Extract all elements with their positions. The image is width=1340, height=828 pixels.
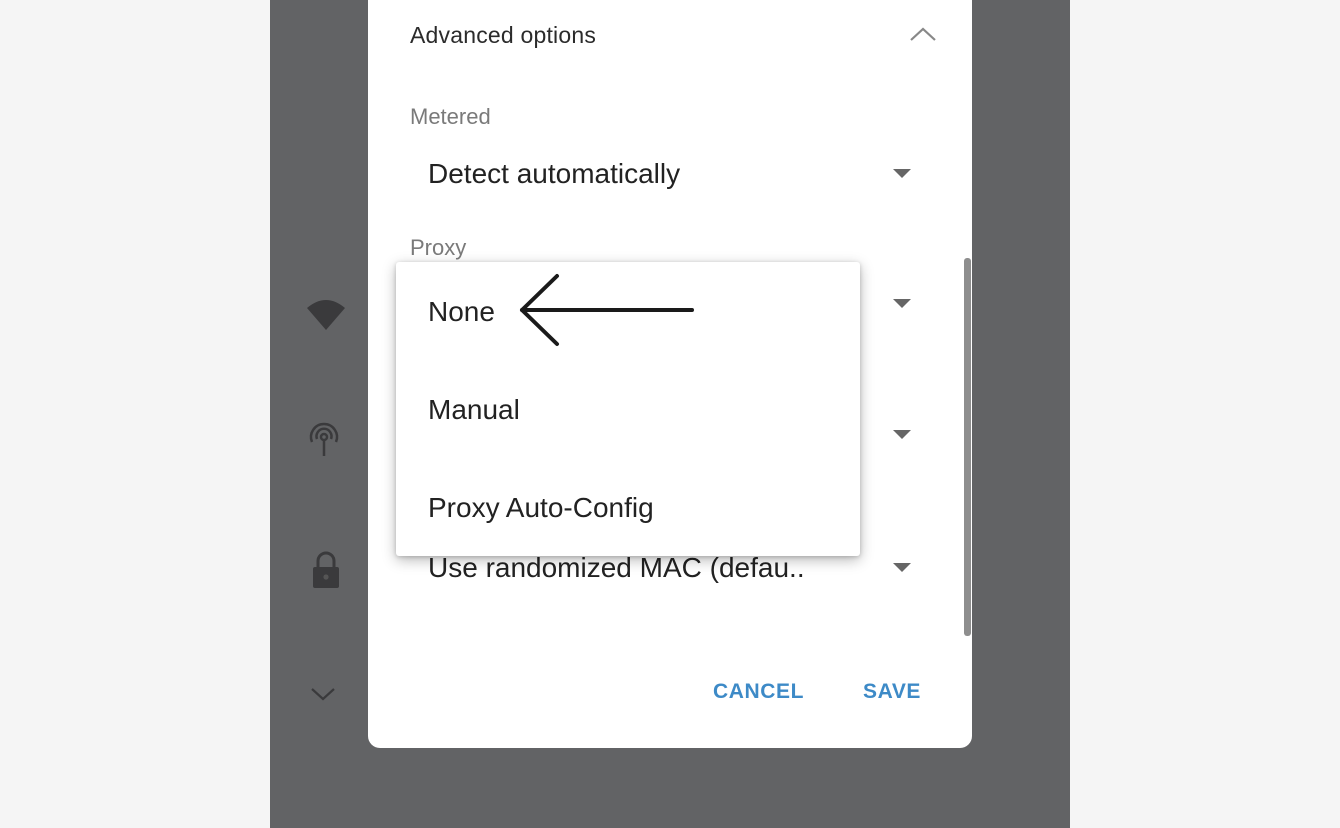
left-arrow-icon — [520, 274, 694, 346]
caret-down-icon — [893, 430, 911, 439]
caret-down-icon — [893, 299, 911, 308]
antenna-icon — [309, 422, 339, 456]
menu-item-manual[interactable]: Manual — [396, 360, 860, 458]
metered-label: Metered — [410, 104, 491, 129]
menu-item-proxy-auto-config[interactable]: Proxy Auto-Config — [396, 458, 860, 556]
proxy-label: Proxy — [410, 235, 467, 260]
menu-item-label: Manual — [428, 394, 520, 425]
chevron-down-icon — [311, 688, 335, 701]
cancel-button[interactable]: CANCEL — [713, 680, 804, 704]
metered-select[interactable]: Detect automatically — [428, 152, 928, 196]
menu-item-label: None — [428, 296, 495, 327]
lock-icon — [313, 551, 339, 588]
wifi-icon — [307, 300, 345, 330]
menu-item-label: Proxy Auto-Config — [428, 492, 654, 523]
scrollbar[interactable] — [964, 258, 971, 636]
privacy-value: Use randomized MAC (defau.. — [428, 552, 805, 583]
save-button[interactable]: SAVE — [863, 680, 921, 704]
caret-down-icon — [893, 563, 911, 572]
chevron-up-icon[interactable] — [908, 24, 938, 44]
caret-down-icon — [893, 169, 911, 178]
section-header: Advanced options — [410, 22, 597, 48]
metered-value: Detect automatically — [428, 158, 681, 189]
